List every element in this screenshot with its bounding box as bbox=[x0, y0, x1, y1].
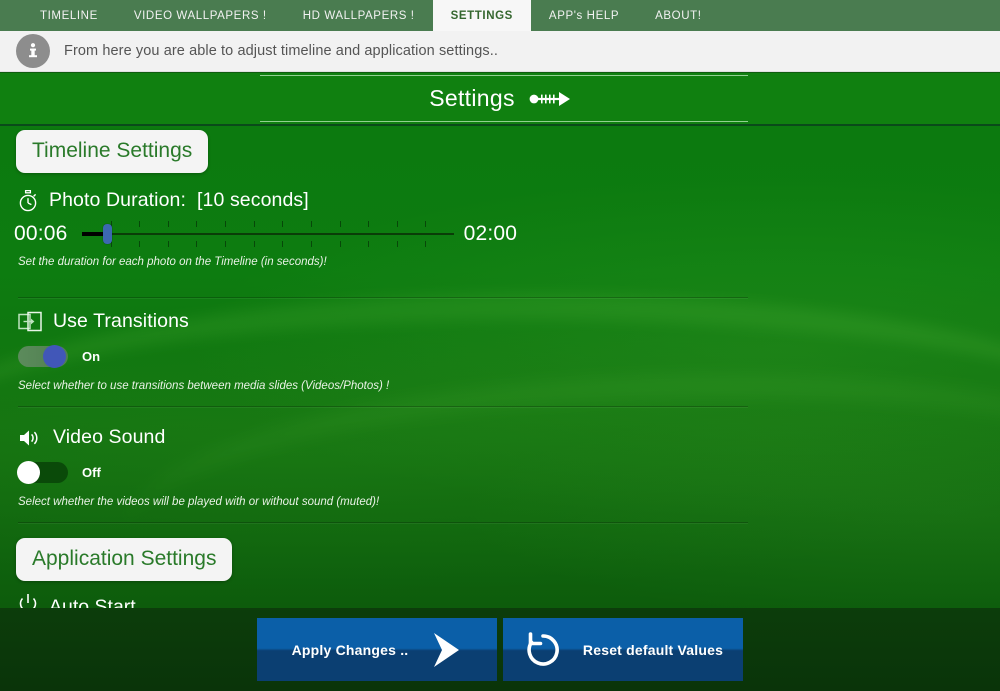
page-title: Settings bbox=[429, 85, 515, 111]
stopwatch-icon bbox=[18, 189, 38, 212]
setting-use-transitions: Use Transitions On Select whether to use… bbox=[0, 310, 1000, 407]
slider-tick bbox=[367, 241, 369, 247]
settings-header-bar: Settings bbox=[0, 73, 1000, 126]
use-transitions-toggle-row: On bbox=[0, 341, 1000, 371]
video-sound-label: Video Sound bbox=[53, 426, 166, 448]
slider-tick bbox=[195, 241, 197, 247]
toggle-knob bbox=[43, 344, 66, 368]
section-header-timeline-settings[interactable]: Timeline Settings bbox=[16, 130, 209, 173]
slider-tick bbox=[281, 241, 283, 247]
tab-video-wallpapers[interactable]: VIDEO WALLPAPERS ! bbox=[116, 0, 285, 31]
tab-about[interactable]: ABOUT! bbox=[637, 0, 719, 31]
auto-start-label: Auto Start bbox=[49, 595, 136, 609]
reset-default-values-label: Reset default Values bbox=[582, 641, 724, 658]
use-transitions-state: On bbox=[82, 348, 101, 364]
slider-tick bbox=[253, 221, 255, 227]
speaker-icon bbox=[18, 428, 42, 448]
video-sound-state: Off bbox=[82, 464, 101, 480]
slider-max-label: 02:00 bbox=[463, 222, 518, 245]
tab-apps-help-label: APP's HELP bbox=[548, 9, 620, 22]
video-sound-label-row: Video Sound bbox=[0, 426, 1000, 449]
video-sound-hint: Select whether the videos will be played… bbox=[18, 496, 380, 508]
slider-tick bbox=[424, 221, 426, 227]
auto-start-label-row: Auto Start bbox=[0, 593, 1000, 608]
section-divider-3 bbox=[18, 522, 748, 523]
slider-tick bbox=[167, 221, 169, 227]
refresh-ccw-icon bbox=[527, 631, 559, 666]
tab-settings[interactable]: SETTINGS bbox=[432, 0, 531, 31]
app-window: TIMELINE VIDEO WALLPAPERS ! HD WALLPAPER… bbox=[0, 0, 1000, 691]
slider-tick bbox=[138, 241, 140, 247]
arrow-right-icon bbox=[529, 91, 570, 106]
tab-about-label: ABOUT! bbox=[655, 9, 702, 22]
slider-thumb[interactable] bbox=[102, 224, 112, 244]
page-title-wrap: Settings bbox=[429, 85, 571, 112]
tab-settings-label: SETTINGS bbox=[450, 9, 513, 22]
tab-hd-wallpapers[interactable]: HD WALLPAPERS ! bbox=[285, 0, 433, 31]
tab-apps-help[interactable]: APP's HELP bbox=[531, 0, 637, 31]
slider-tick bbox=[424, 241, 426, 247]
apply-changes-button[interactable]: Apply Changes .. bbox=[257, 618, 497, 681]
video-sound-toggle-row: Off bbox=[0, 457, 1000, 487]
section-divider-1 bbox=[18, 297, 748, 298]
setting-video-sound: Video Sound Off Select whether the video… bbox=[0, 426, 1000, 523]
photo-duration-label-row: Photo Duration: [10 seconds] bbox=[0, 189, 1000, 212]
slider-tick bbox=[224, 241, 226, 247]
transition-icon bbox=[18, 311, 42, 333]
video-sound-toggle[interactable] bbox=[17, 460, 68, 484]
settings-content-pane[interactable]: Timeline Settings Photo Duration: [10 se… bbox=[0, 126, 1000, 608]
use-transitions-label-row: Use Transitions bbox=[0, 310, 1000, 333]
info-bar: From here you are able to adjust timelin… bbox=[0, 31, 1000, 72]
slider-tick bbox=[167, 241, 169, 247]
slider-tick bbox=[367, 221, 369, 227]
slider-tick bbox=[138, 221, 140, 227]
use-transitions-label: Use Transitions bbox=[53, 310, 189, 332]
slider-tick bbox=[253, 241, 255, 247]
slider-tick bbox=[224, 221, 226, 227]
photo-duration-slider-row: 00:06 02:00 bbox=[0, 212, 1000, 256]
slider-tick bbox=[396, 221, 398, 227]
photo-duration-value: [10 seconds] bbox=[197, 189, 309, 211]
slider-tick bbox=[396, 241, 398, 247]
header-rule-bottom bbox=[260, 121, 748, 122]
reset-default-values-button[interactable]: Reset default Values bbox=[503, 618, 743, 681]
tab-timeline[interactable]: TIMELINE bbox=[22, 0, 116, 31]
apply-changes-label: Apply Changes .. bbox=[291, 641, 409, 658]
slider-filled-track bbox=[81, 232, 103, 236]
slider-tick bbox=[339, 221, 341, 227]
footer-action-bar: Apply Changes .. Reset default Values bbox=[0, 608, 1000, 691]
tab-video-wallpapers-label: VIDEO WALLPAPERS ! bbox=[133, 9, 267, 22]
info-icon bbox=[16, 34, 50, 68]
slider-min-label: 00:06 bbox=[14, 222, 68, 245]
toggle-knob bbox=[17, 460, 40, 484]
tab-hd-wallpapers-label: HD WALLPAPERS ! bbox=[302, 9, 415, 22]
slider-track bbox=[81, 233, 454, 235]
slider-tick bbox=[195, 221, 197, 227]
arrow-right-icon bbox=[434, 632, 460, 667]
setting-photo-duration: Photo Duration: [10 seconds] 00:06 02:00… bbox=[0, 189, 1000, 298]
slider-tick bbox=[310, 241, 312, 247]
slider-tick bbox=[310, 221, 312, 227]
setting-auto-start: Auto Start bbox=[0, 593, 1000, 608]
info-bar-text: From here you are able to adjust timelin… bbox=[64, 43, 498, 59]
section-header-application-settings[interactable]: Application Settings bbox=[16, 538, 233, 581]
header-rule-top bbox=[260, 75, 748, 76]
power-icon bbox=[18, 593, 38, 608]
photo-duration-hint: Set the duration for each photo on the T… bbox=[18, 256, 327, 268]
section-divider-2 bbox=[18, 406, 748, 407]
use-transitions-hint: Select whether to use transitions betwee… bbox=[18, 380, 390, 392]
slider-tick bbox=[339, 241, 341, 247]
tab-timeline-label: TIMELINE bbox=[40, 9, 98, 22]
main-navigation-bar: TIMELINE VIDEO WALLPAPERS ! HD WALLPAPER… bbox=[0, 0, 1000, 31]
photo-duration-label: Photo Duration: bbox=[49, 189, 187, 211]
photo-duration-slider[interactable] bbox=[81, 217, 454, 251]
use-transitions-toggle[interactable] bbox=[18, 344, 68, 368]
slider-tick bbox=[281, 221, 283, 227]
